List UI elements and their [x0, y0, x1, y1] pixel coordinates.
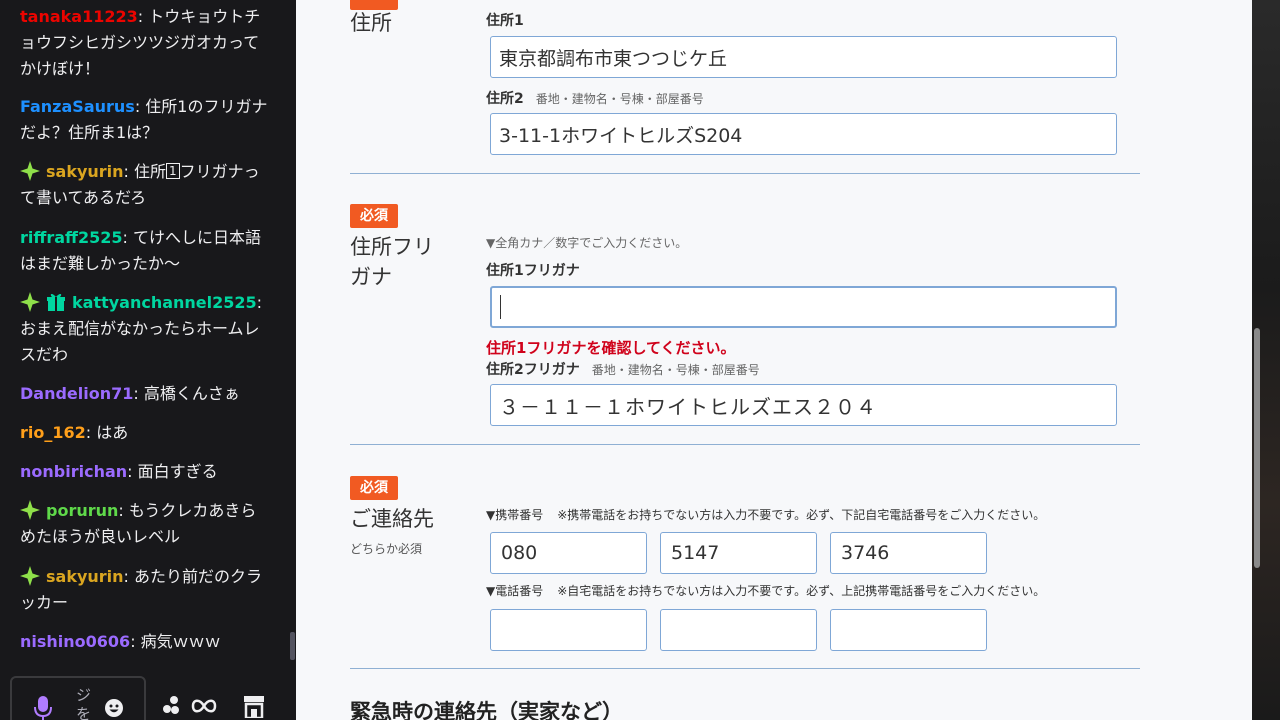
chat-username[interactable]: FanzaSaurus — [20, 97, 135, 116]
chat-text: : 病気ｗｗｗ — [130, 632, 221, 651]
chat-message: sakyurin: あたり前だのクラッカー — [20, 564, 270, 616]
chat-panel: tanaka11223: トウキョウトチョウフシヒガシツツジガオカってかけぼけ！… — [0, 0, 296, 720]
furigana-title-line1: 住所フリ — [350, 235, 434, 259]
chat-text: : 面白すぎる — [127, 462, 218, 481]
chat-text: : 住所 — [123, 162, 167, 181]
chat-message: nishino0606: 病気ｗｗｗ — [20, 629, 270, 655]
chat-text: : はあ — [85, 423, 129, 442]
address1-value: 東京都調布市東つつじケ丘 — [499, 47, 728, 70]
address2-label-text: 住所2 — [486, 91, 524, 107]
address1-label: 住所1 — [486, 13, 524, 29]
chat-username[interactable]: kattyanchannel2525 — [72, 293, 257, 312]
furigana-title-line2: ガナ — [350, 265, 392, 289]
mic-icon[interactable] — [34, 696, 52, 720]
chat-username[interactable]: sakyurin — [46, 162, 124, 181]
chat-message: tanaka11223: トウキョウトチョウフシヒガシツツジガオカってかけぼけ！ — [20, 4, 270, 82]
address2-hint: 番地・建物名・号棟・部屋番号 — [535, 92, 704, 106]
mobile-part2-input[interactable]: 5147 — [660, 532, 817, 574]
address2-input[interactable]: 3-11-1ホワイトヒルズS204 — [490, 113, 1117, 155]
emoji-icon[interactable] — [104, 698, 124, 718]
furigana2-hint: 番地・建物名・号棟・部屋番号 — [591, 363, 760, 377]
chat-username[interactable]: tanaka11223 — [20, 7, 138, 26]
chat-message: rio_162: はあ — [20, 420, 270, 446]
chat-scrollbar[interactable] — [290, 632, 295, 660]
furigana-note: ▼全角カナ／数字でご入力ください。 — [486, 236, 688, 250]
boxed-digit: 1 — [166, 163, 180, 179]
section-divider — [350, 668, 1140, 669]
phone-note: ▼電話番号 ※自宅電話をお持ちでない方は入力不要です。必ず、上記携帯電話番号をご入… — [486, 582, 1045, 599]
phone-note-text: ※自宅電話をお持ちでない方は入力不要です。必ず、上記携帯電話番号をご入力ください… — [557, 584, 1046, 598]
section-divider — [350, 173, 1140, 174]
mobile-part3-input[interactable]: 3746 — [830, 532, 987, 574]
mobile-part3-value: 3746 — [841, 542, 890, 564]
chat-message: kattyanchannel2525: おまえ配信がなかったらホームレスだわ — [20, 290, 270, 368]
phone-part1-input[interactable] — [490, 609, 647, 651]
store-icon[interactable] — [242, 694, 266, 718]
chat-message: riffraff2525: てけへしに日本語はまだ難しかったか～ — [20, 225, 270, 277]
chat-input[interactable]: ジを — [10, 676, 146, 720]
sparkle-badge-icon[interactable] — [20, 292, 40, 312]
required-badge: 必須 — [350, 204, 398, 228]
furigana2-label: 住所2フリガナ 番地・建物名・号棟・部屋番号 — [486, 359, 760, 379]
required-badge: 必須 — [350, 476, 398, 500]
mobile-part2-value: 5147 — [671, 542, 720, 564]
sparkle-badge-icon[interactable] — [20, 566, 40, 586]
infinity-icon[interactable] — [190, 698, 218, 714]
contact-section-sub: どちらか必須 — [350, 542, 423, 556]
text-caret — [500, 295, 501, 319]
chat-username[interactable]: Dandelion71 — [20, 384, 133, 403]
address2-value: 3-11-1ホワイトヒルズS204 — [499, 124, 743, 147]
phone-part3-input[interactable] — [830, 609, 987, 651]
furigana2-label-text: 住所2フリガナ — [486, 362, 580, 378]
chat-text: : 高橋くんさぁ — [133, 384, 240, 403]
registration-form: 住所 住所1 東京都調布市東つつじケ丘 住所2 番地・建物名・号棟・部屋番号 3-… — [296, 0, 1252, 720]
chat-input-placeholder: ジを — [76, 686, 92, 720]
furigana-section-title: 住所フリ ガナ — [350, 232, 434, 292]
gift-badge-icon[interactable] — [46, 292, 66, 312]
page-scrollbar[interactable] — [1254, 328, 1260, 568]
chat-message: nonbirichan: 面白すぎる — [20, 459, 270, 485]
chat-message: FanzaSaurus: 住所1のフリガナだよ？住所ま1は？ — [20, 94, 270, 146]
section-divider — [350, 444, 1140, 445]
chat-username[interactable]: sakyurin — [46, 567, 124, 586]
phone-label: ▼電話番号 — [486, 584, 544, 598]
mobile-note: ▼携帯番号 ※携帯電話をお持ちでない方は入力不要です。必ず、下記自宅電話番号をご入… — [486, 506, 1045, 523]
mobile-part1-value: 080 — [501, 542, 538, 564]
chat-message: porurun: もうクレカあきらめたほうが良いレベル — [20, 498, 270, 550]
address1-input[interactable]: 東京都調布市東つつじケ丘 — [490, 36, 1117, 78]
mobile-part1-input[interactable]: 080 — [490, 532, 647, 574]
sparkle-badge-icon[interactable] — [20, 161, 40, 181]
furigana2-input[interactable]: ３－１１－１ホワイトヒルズエス２０４ — [490, 384, 1117, 426]
contact-section-title: ご連絡先 — [350, 507, 434, 531]
chat-username[interactable]: nonbirichan — [20, 462, 127, 481]
address-section-title: 住所 — [350, 11, 392, 35]
mobile-note-text: ※携帯電話をお持ちでない方は入力不要です。必ず、下記自宅電話番号をご入力ください… — [557, 508, 1046, 522]
emergency-contact-heading: 緊急時の連絡先（実家など） — [350, 700, 623, 720]
chat-username[interactable]: rio_162 — [20, 423, 86, 442]
furigana1-error: 住所1フリガナを確認してください。 — [486, 339, 736, 357]
sparkle-badge-icon[interactable] — [20, 500, 40, 520]
furigana1-label: 住所1フリガナ — [486, 263, 580, 279]
furigana1-input[interactable] — [490, 286, 1117, 328]
bits-icon[interactable] — [162, 694, 186, 716]
chat-message: sakyurin: 住所 1 フリガナって書いてあるだろ — [20, 159, 270, 211]
mobile-label: ▼携帯番号 — [486, 508, 544, 522]
address2-label: 住所2 番地・建物名・号棟・部屋番号 — [486, 88, 704, 108]
furigana2-value: ３－１１－１ホワイトヒルズエス２０４ — [499, 394, 877, 419]
chat-message: Dandelion71: 高橋くんさぁ — [20, 381, 270, 407]
chat-username[interactable]: nishino0606 — [20, 632, 130, 651]
chat-username[interactable]: riffraff2525 — [20, 228, 123, 247]
phone-part2-input[interactable] — [660, 609, 817, 651]
chat-username[interactable]: porurun — [46, 501, 118, 520]
